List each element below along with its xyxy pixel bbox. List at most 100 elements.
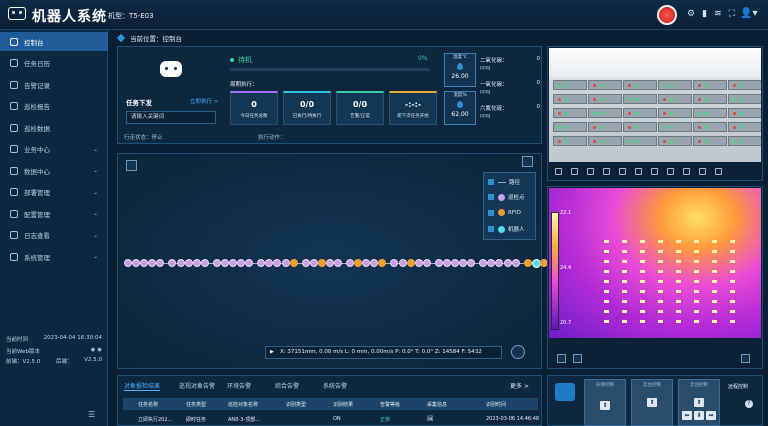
- settings-icon[interactable]: ⚙: [687, 9, 695, 19]
- focus-icon[interactable]: [635, 167, 642, 175]
- inspection-point[interactable]: [281, 259, 290, 267]
- rfid-point[interactable]: [317, 259, 326, 267]
- play-icon[interactable]: [587, 167, 594, 175]
- inspection-point[interactable]: [442, 259, 451, 267]
- heat-spot: [640, 270, 645, 273]
- heat-spot: [604, 290, 609, 293]
- lift-up-button[interactable]: ⬆: [600, 401, 610, 410]
- nav-item-icon: [10, 209, 18, 218]
- wiper-icon[interactable]: [667, 167, 674, 175]
- sidebar-item[interactable]: 控制台: [0, 32, 108, 51]
- inspection-point[interactable]: [200, 259, 209, 267]
- task-keyword-input[interactable]: 请输入关键词: [126, 111, 216, 124]
- zoom-out-icon[interactable]: [699, 167, 706, 175]
- image-preview-icon[interactable]: 🖼: [427, 416, 433, 422]
- emergency-stop-button[interactable]: [657, 5, 677, 25]
- more-alerts-link[interactable]: 更多 >: [510, 381, 529, 390]
- inspection-point[interactable]: [398, 259, 407, 267]
- inspection-point[interactable]: [334, 259, 342, 267]
- inspection-point[interactable]: [192, 259, 201, 267]
- heat-spot: [676, 270, 681, 273]
- remote-control-label[interactable]: 远程控制: [728, 384, 750, 391]
- legend-inspection-point[interactable]: 巡检点: [488, 193, 525, 201]
- switchgear-cabinet: [553, 122, 587, 132]
- inspection-point[interactable]: [301, 259, 310, 267]
- inspection-point[interactable]: [325, 259, 334, 267]
- legend-path[interactable]: 路径: [488, 178, 520, 186]
- indicator-led: [593, 126, 596, 129]
- inspection-point[interactable]: [184, 259, 193, 267]
- alert-tab[interactable]: 巡视对象告警: [179, 381, 215, 390]
- inspection-point[interactable]: [346, 259, 354, 267]
- alert-tab[interactable]: 系统告警: [323, 381, 347, 390]
- alert-tab[interactable]: 对象报检结果: [124, 381, 161, 391]
- robot-control-icon[interactable]: [555, 383, 575, 401]
- inspection-point[interactable]: [422, 259, 431, 267]
- rfid-point[interactable]: [523, 259, 532, 267]
- camera-icon[interactable]: [555, 167, 562, 175]
- light-icon[interactable]: [651, 167, 658, 175]
- inspection-point[interactable]: [503, 259, 512, 267]
- inspection-point[interactable]: [176, 259, 185, 267]
- ptz2-up-button[interactable]: ⬆: [694, 398, 704, 407]
- brightness-icon[interactable]: [619, 167, 626, 175]
- heat-spot: [640, 250, 645, 253]
- thermal-snapshot-icon[interactable]: [557, 354, 566, 363]
- map-expand-icon[interactable]: [522, 156, 533, 167]
- ptz2-left-button[interactable]: ⬅: [682, 411, 692, 420]
- inspection-point[interactable]: [124, 259, 132, 267]
- fullscreen-icon[interactable]: ⛶: [729, 9, 735, 19]
- indicator-led: [670, 126, 673, 129]
- rfid-point[interactable]: [406, 259, 415, 267]
- sidebar-item[interactable]: 巡检报告: [0, 97, 108, 116]
- ptz-up-button[interactable]: ⬆: [647, 398, 657, 407]
- collapse-sidebar-icon[interactable]: ☰: [88, 410, 95, 419]
- inspection-point[interactable]: [511, 259, 520, 267]
- inspection-point[interactable]: [309, 259, 318, 267]
- fullscreen-icon[interactable]: [715, 167, 722, 175]
- ptz2-right-button[interactable]: ➡: [706, 411, 716, 420]
- thermal-record-icon[interactable]: [573, 354, 582, 363]
- sidebar-item[interactable]: 数据中心 ⌄: [0, 161, 108, 180]
- switchgear-cabinet: [728, 108, 761, 118]
- recenter-map-icon[interactable]: [511, 345, 525, 359]
- sidebar-item[interactable]: 任务日历: [0, 54, 108, 73]
- inspection-point[interactable]: [451, 259, 459, 267]
- indicator-led: [558, 112, 561, 115]
- sidebar-item[interactable]: 巡检数据: [0, 118, 108, 137]
- inspection-point[interactable]: [414, 259, 423, 267]
- legend-robot[interactable]: 机器人: [488, 225, 525, 233]
- sidebar-item[interactable]: 日志查看 ⌄: [0, 226, 108, 245]
- execute-now-link[interactable]: 立即执行 >: [190, 97, 218, 105]
- indicator-led: [635, 126, 638, 129]
- inspection-point[interactable]: [220, 259, 229, 267]
- sidebar-item[interactable]: 系统管理 ⌄: [0, 247, 108, 266]
- exec-action: 执行动作：: [258, 135, 286, 141]
- inspection-point[interactable]: [434, 259, 443, 267]
- alert-tab[interactable]: 环境告警: [227, 381, 251, 390]
- alert-tab[interactable]: 综合告警: [275, 381, 299, 390]
- ptz2-down-button[interactable]: ⬇: [694, 411, 704, 420]
- sidebar-item[interactable]: 告警记录: [0, 75, 108, 94]
- rfid-point[interactable]: [289, 259, 298, 267]
- sidebar-item[interactable]: 业务中心 ⌄: [0, 140, 108, 159]
- thermal-fullscreen-icon[interactable]: [741, 354, 750, 363]
- legend-rfid[interactable]: RFID: [488, 209, 521, 216]
- map-snapshot-icon[interactable]: [126, 160, 137, 171]
- inspection-point[interactable]: [212, 259, 221, 267]
- robot-logo-icon: [8, 7, 26, 20]
- help-icon[interactable]: ?: [745, 400, 753, 408]
- sidebar-item[interactable]: 配置管理 ⌄: [0, 204, 108, 223]
- record-icon[interactable]: [571, 167, 578, 175]
- indicator-led: [705, 84, 708, 87]
- heat-spot: [604, 270, 609, 273]
- heat-spot: [730, 260, 735, 263]
- user-menu-icon[interactable]: 👤▾: [740, 8, 757, 19]
- checkbox-icon: [488, 194, 494, 200]
- switchgear-cabinet: [658, 80, 692, 90]
- inspection-point[interactable]: [229, 259, 237, 267]
- refresh-icon[interactable]: [603, 167, 610, 175]
- sidebar-item[interactable]: 部署管理 ⌄: [0, 183, 108, 202]
- zoom-in-icon[interactable]: [683, 167, 690, 175]
- indicator-led: [558, 126, 561, 129]
